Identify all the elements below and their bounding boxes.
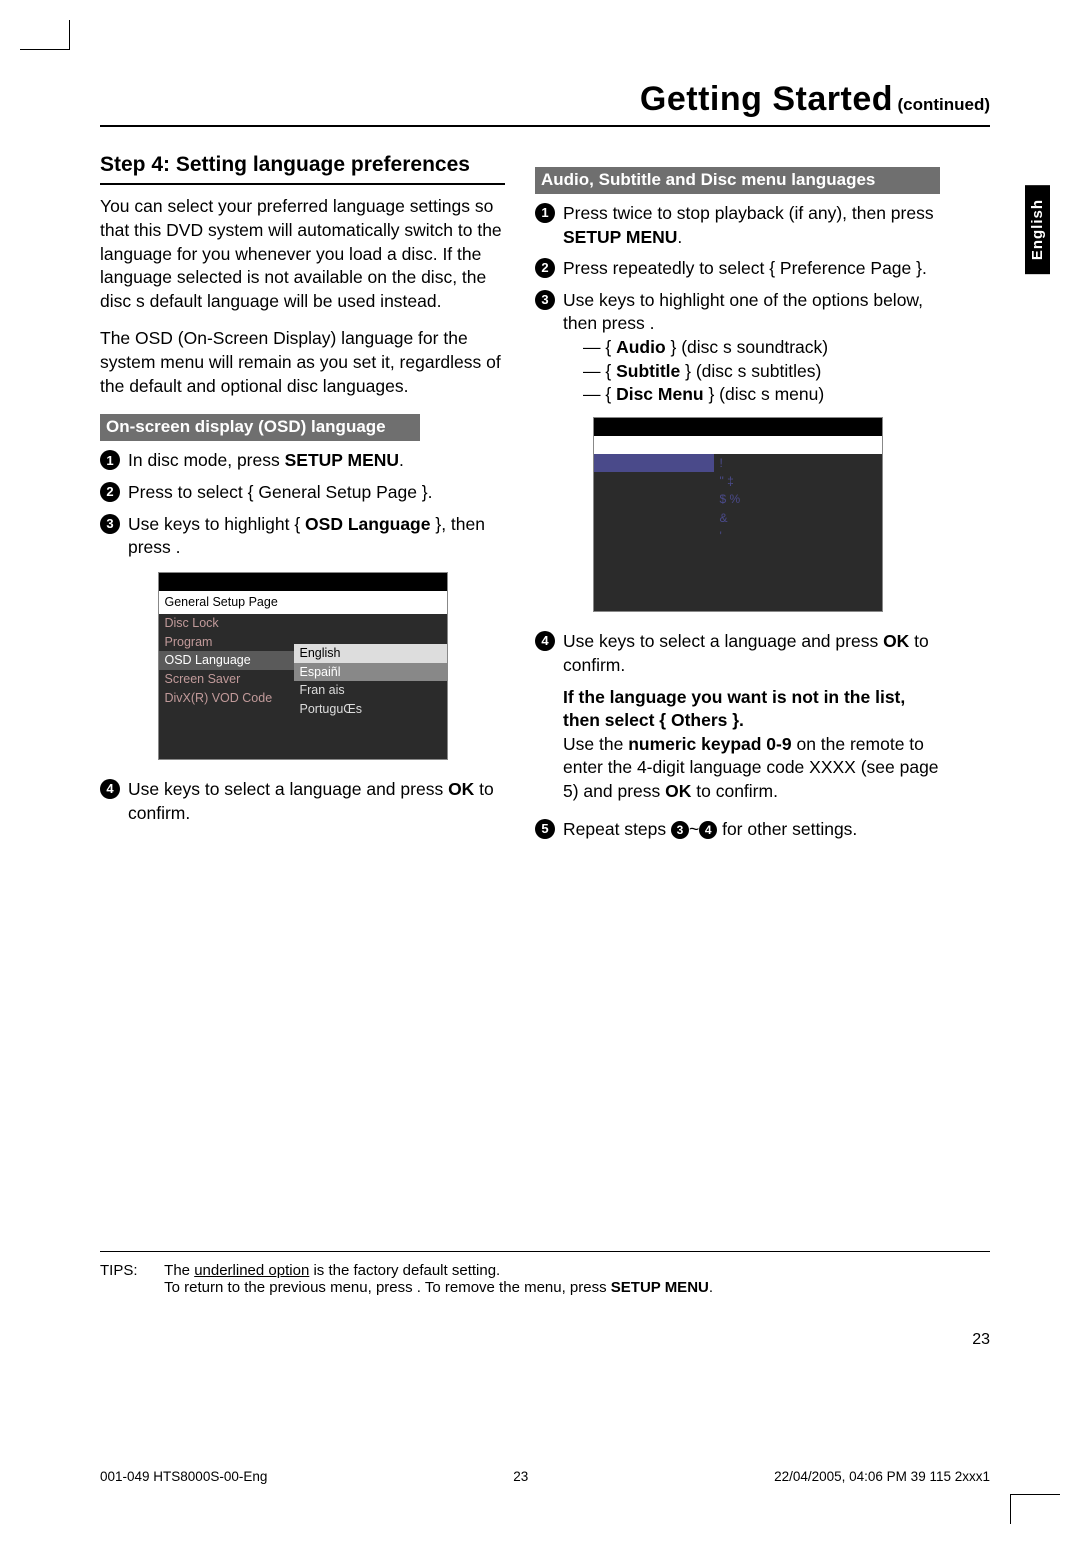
others-note: If the language you want is not in the l… xyxy=(535,686,940,804)
osd-step-2: 2 Press to select { General Setup Page }… xyxy=(100,481,505,505)
audio-subhead: Audio, Subtitle and Disc menu languages xyxy=(535,167,940,194)
osd-subhead: On-screen display (OSD) language xyxy=(100,414,420,441)
step-number-4: 4 xyxy=(100,779,120,799)
general-setup-screenshot: General Setup Page Disc Lock Program OSD… xyxy=(158,572,448,760)
tips-footer: TIPS: The underlined option is the facto… xyxy=(100,1251,990,1296)
right-column: Audio, Subtitle and Disc menu languages … xyxy=(535,151,940,849)
step-number-2: 2 xyxy=(100,482,120,502)
crop-mark-br xyxy=(1010,1494,1060,1524)
page-title-continued: (continued) xyxy=(897,95,990,114)
footer-left: 001-049 HTS8000S-00-Eng xyxy=(100,1469,267,1484)
page-content: Getting Started (continued) English Step… xyxy=(100,80,990,849)
footer-meta: 001-049 HTS8000S-00-Eng 23 22/04/2005, 0… xyxy=(100,1469,990,1484)
left-column: Step 4: Setting language preferences You… xyxy=(100,151,505,849)
osd-step-3: 3 Use keys to highlight { OSD Language }… xyxy=(100,513,505,560)
footer-right: 22/04/2005, 04:06 PM 39 115 2xxx1 xyxy=(774,1469,990,1484)
audio-step-3: 3 Use keys to highlight one of the optio… xyxy=(535,289,940,407)
crop-mark-tl xyxy=(20,20,70,50)
osd-step-4: 4 Use keys to select a language and pres… xyxy=(100,778,505,825)
language-tab: English xyxy=(1025,185,1050,274)
step-number-3: 3 xyxy=(100,514,120,534)
step-heading: Step 4: Setting language preferences xyxy=(100,151,505,185)
audio-step-1: 1 Press twice to stop playback (if any),… xyxy=(535,202,940,249)
intro-para-1: You can select your preferred language s… xyxy=(100,195,505,313)
step-number-1: 1 xyxy=(100,450,120,470)
intro-para-2: The OSD (On-Screen Display) language for… xyxy=(100,327,505,398)
page-title: Getting Started xyxy=(640,80,893,118)
tips-label: TIPS: xyxy=(100,1262,160,1279)
page-title-row: Getting Started (continued) xyxy=(100,80,990,127)
footer-mid: 23 xyxy=(513,1469,528,1484)
audio-step-2: 2 Press repeatedly to select { Preferenc… xyxy=(535,257,940,281)
osd-step-1: 1 In disc mode, press SETUP MENU. xyxy=(100,449,505,473)
audio-step-4: 4 Use keys to select a language and pres… xyxy=(535,630,940,677)
audio-step-5: 5 Repeat steps 3~4 for other settings. xyxy=(535,818,940,842)
page-number: 23 xyxy=(972,1331,990,1349)
preference-page-screenshot: ! " ‡ $ % & ' xyxy=(593,417,883,612)
